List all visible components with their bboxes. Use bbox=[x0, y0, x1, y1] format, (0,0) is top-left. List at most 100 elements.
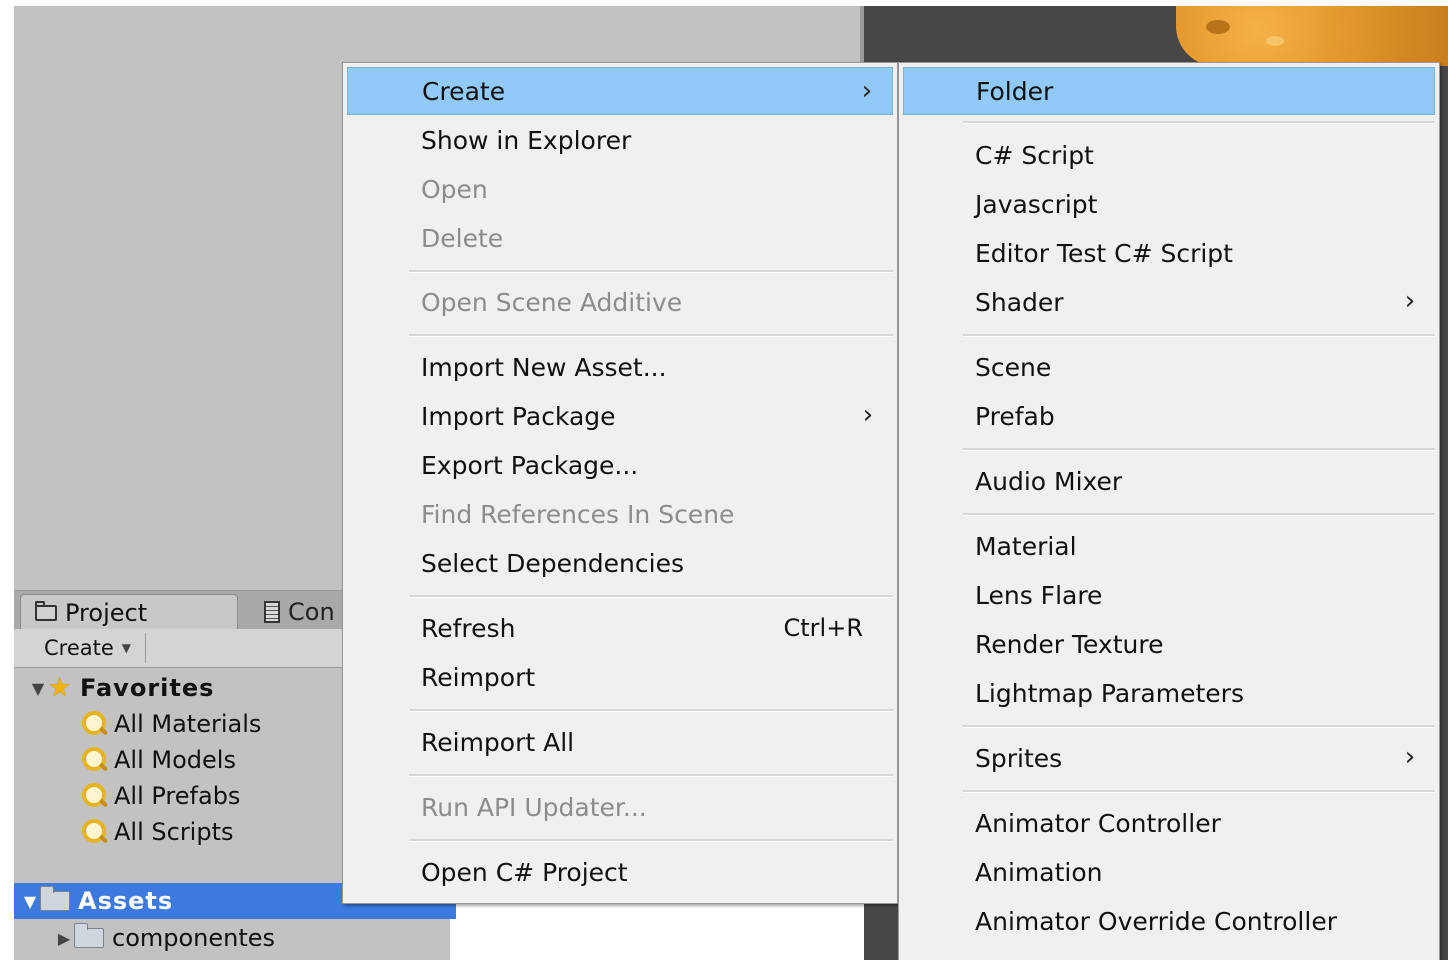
collapsed-arrow-icon[interactable]: ▶ bbox=[54, 929, 74, 948]
menu-item-select-dependencies[interactable]: Select Dependencies bbox=[347, 539, 893, 587]
menu-item-label: Reimport All bbox=[421, 727, 575, 757]
menu-separator bbox=[409, 270, 893, 273]
console-icon bbox=[264, 601, 280, 623]
folder-label: componentes bbox=[112, 924, 276, 952]
search-icon bbox=[80, 710, 108, 738]
menu-item-reimport-all[interactable]: Reimport All bbox=[347, 718, 893, 766]
menu-separator bbox=[409, 839, 893, 842]
assets-label: Assets bbox=[78, 887, 174, 915]
expand-arrow-icon[interactable]: ▼ bbox=[28, 679, 48, 698]
shortcut-label: Ctrl+R bbox=[783, 614, 864, 642]
submenu-item-label: Material bbox=[975, 531, 1077, 561]
chevron-right-icon: › bbox=[861, 76, 873, 106]
submenu-item-audio-mixer[interactable]: Audio Mixer bbox=[903, 457, 1435, 505]
chevron-right-icon: › bbox=[862, 400, 874, 430]
menu-item-label: Create bbox=[422, 76, 506, 106]
menu-item-label: Show in Explorer bbox=[421, 125, 632, 155]
submenu-item-render-texture[interactable]: Render Texture bbox=[903, 620, 1435, 668]
menu-separator bbox=[409, 334, 893, 337]
submenu-item-csharp-script[interactable]: C# Script bbox=[903, 131, 1435, 179]
tree-item-componentes[interactable]: ▶ componentes bbox=[14, 921, 490, 955]
menu-item-label: Reimport bbox=[421, 662, 536, 692]
submenu-item-prefab[interactable]: Prefab bbox=[903, 392, 1435, 440]
folder-icon bbox=[40, 886, 70, 911]
menu-item-delete[interactable]: Delete bbox=[347, 214, 893, 262]
menu-separator bbox=[963, 448, 1435, 451]
menu-item-find-references-in-scene[interactable]: Find References In Scene bbox=[347, 490, 893, 538]
star-icon: ★ bbox=[48, 673, 72, 703]
create-submenu: Folder C# Script Javascript Editor Test … bbox=[898, 62, 1440, 960]
submenu-item-material[interactable]: Material bbox=[903, 522, 1435, 570]
submenu-item-editor-test-csharp-script[interactable]: Editor Test C# Script bbox=[903, 229, 1435, 277]
menu-item-open-csharp-project[interactable]: Open C# Project bbox=[347, 848, 893, 896]
menu-separator bbox=[409, 709, 893, 712]
menu-item-label: Open C# Project bbox=[421, 857, 628, 887]
folder-icon bbox=[74, 923, 104, 948]
submenu-item-shader[interactable]: Shader › bbox=[903, 278, 1435, 326]
context-menu: Create › Show in Explorer Open Delete Op… bbox=[342, 62, 898, 904]
tab-project[interactable]: Project bbox=[20, 594, 238, 631]
submenu-item-animator-override-controller[interactable]: Animator Override Controller bbox=[903, 897, 1435, 945]
menu-item-open-scene-additive[interactable]: Open Scene Additive bbox=[347, 278, 893, 326]
submenu-item-label: Scene bbox=[975, 352, 1052, 382]
menu-item-label: Open Scene Additive bbox=[421, 287, 683, 317]
submenu-item-label: Animator Override Controller bbox=[975, 906, 1337, 936]
menu-item-export-package[interactable]: Export Package... bbox=[347, 441, 893, 489]
favorites-label: Favorites bbox=[80, 674, 215, 702]
menu-item-import-new-asset[interactable]: Import New Asset... bbox=[347, 343, 893, 391]
menu-item-refresh[interactable]: Refresh Ctrl+R bbox=[347, 604, 893, 652]
favorite-label: All Materials bbox=[114, 710, 262, 738]
menu-item-show-in-explorer[interactable]: Show in Explorer bbox=[347, 116, 893, 164]
menu-separator bbox=[963, 121, 1435, 124]
submenu-item-lightmap-parameters[interactable]: Lightmap Parameters bbox=[903, 669, 1435, 717]
caret-down-icon: ▼ bbox=[121, 641, 132, 655]
submenu-item-javascript[interactable]: Javascript bbox=[903, 180, 1435, 228]
menu-item-label: Open bbox=[421, 174, 488, 204]
submenu-item-label: Sprites bbox=[975, 743, 1063, 773]
menu-item-label: Select Dependencies bbox=[421, 548, 684, 578]
submenu-item-sprites[interactable]: Sprites › bbox=[903, 734, 1435, 782]
menu-item-label: Find References In Scene bbox=[421, 499, 735, 529]
folder-icon bbox=[35, 601, 57, 621]
submenu-item-label: Editor Test C# Script bbox=[975, 238, 1233, 268]
submenu-item-label: Audio Mixer bbox=[975, 466, 1123, 496]
submenu-item-label: Animator Controller bbox=[975, 808, 1221, 838]
expand-arrow-icon[interactable]: ▼ bbox=[20, 892, 40, 911]
menu-item-label: Export Package... bbox=[421, 450, 639, 480]
chevron-right-icon: › bbox=[1404, 286, 1416, 316]
submenu-item-label: Shader bbox=[975, 287, 1064, 317]
menu-separator bbox=[963, 725, 1435, 728]
search-icon bbox=[80, 818, 108, 846]
submenu-item-label: Prefab bbox=[975, 401, 1055, 431]
submenu-item-lens-flare[interactable]: Lens Flare bbox=[903, 571, 1435, 619]
submenu-item-scene[interactable]: Scene bbox=[903, 343, 1435, 391]
menu-item-label: Delete bbox=[421, 223, 504, 253]
submenu-item-folder[interactable]: Folder bbox=[903, 67, 1435, 115]
submenu-item-label: C# Script bbox=[975, 140, 1094, 170]
submenu-item-label: Javascript bbox=[975, 189, 1098, 219]
favorite-label: All Prefabs bbox=[114, 782, 241, 810]
menu-item-label: Import Package bbox=[421, 401, 616, 431]
menu-item-open[interactable]: Open bbox=[347, 165, 893, 213]
menu-item-label: Refresh bbox=[421, 613, 516, 643]
menu-item-run-api-updater[interactable]: Run API Updater... bbox=[347, 783, 893, 831]
menu-item-create[interactable]: Create › bbox=[347, 67, 893, 115]
create-dropdown-button[interactable]: Create ▼ bbox=[32, 633, 146, 663]
menu-item-label: Import New Asset... bbox=[421, 352, 667, 382]
submenu-item-label: Animation bbox=[975, 857, 1103, 887]
chevron-right-icon: › bbox=[1404, 742, 1416, 772]
menu-separator bbox=[963, 334, 1435, 337]
search-icon bbox=[80, 746, 108, 774]
favorite-label: All Scripts bbox=[114, 818, 234, 846]
submenu-item-animation[interactable]: Animation bbox=[903, 848, 1435, 896]
tab-console-label: Con bbox=[288, 598, 335, 626]
favorite-label: All Models bbox=[114, 746, 236, 774]
submenu-item-label: Folder bbox=[976, 76, 1054, 106]
menu-item-label: Run API Updater... bbox=[421, 792, 647, 822]
menu-item-reimport[interactable]: Reimport bbox=[347, 653, 893, 701]
menu-separator bbox=[963, 790, 1435, 793]
submenu-item-animator-controller[interactable]: Animator Controller bbox=[903, 799, 1435, 847]
menu-item-import-package[interactable]: Import Package › bbox=[347, 392, 893, 440]
submenu-item-label: Lens Flare bbox=[975, 580, 1103, 610]
menu-separator bbox=[409, 595, 893, 598]
